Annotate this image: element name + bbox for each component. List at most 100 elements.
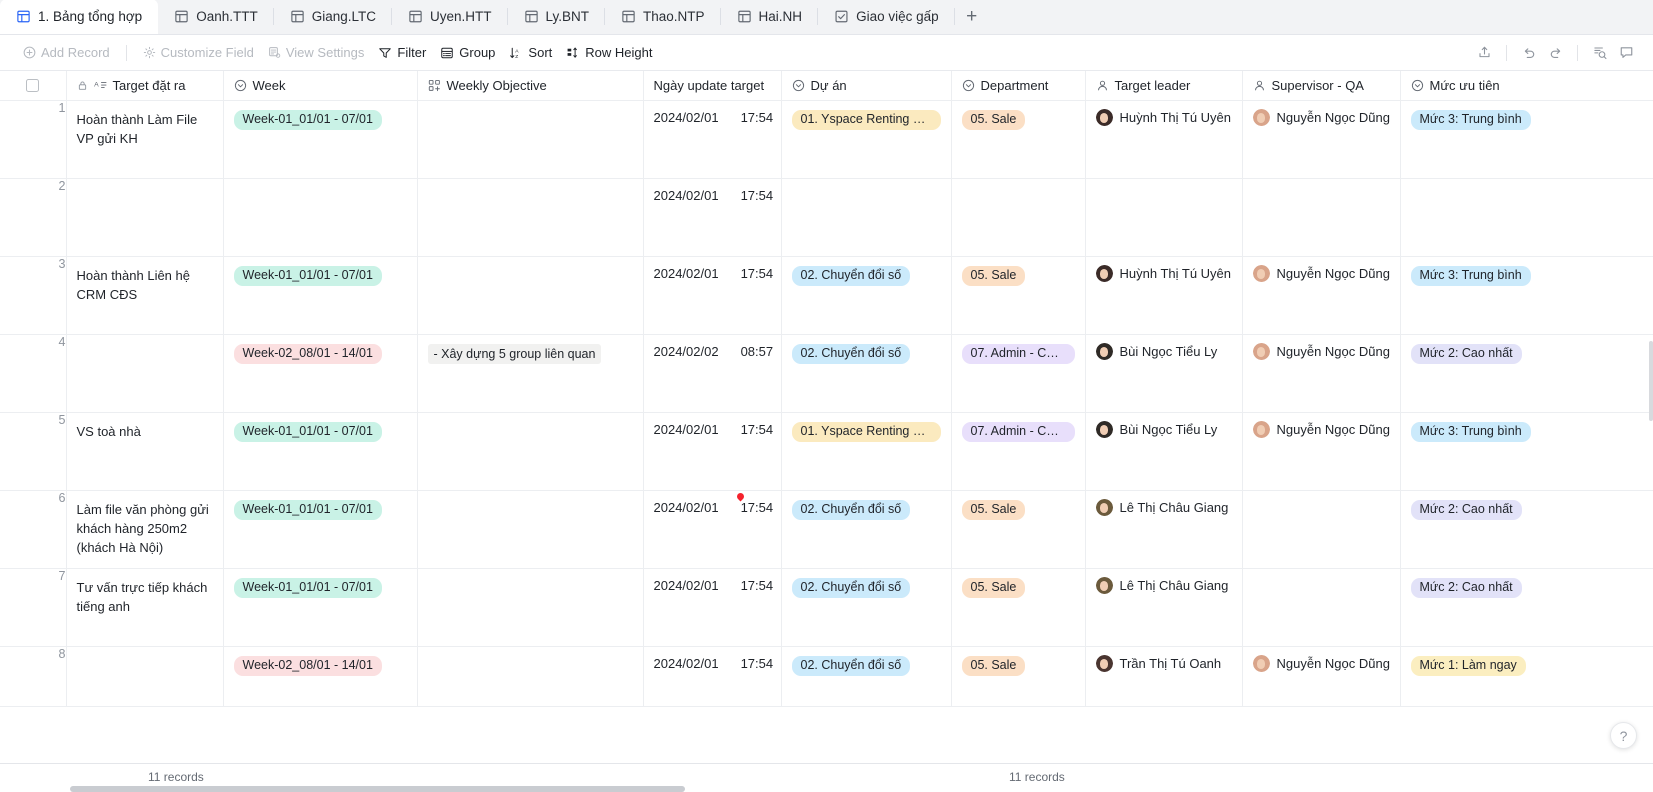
table-row[interactable]: 7 Tư vấn trực tiếp khách tiếng anh Week-01…	[0, 568, 1653, 647]
share-icon[interactable]	[1471, 40, 1497, 66]
cell-target[interactable]: Hoàn thành Làm File VP gửi KH	[66, 100, 224, 179]
cell-department[interactable]: 05. Sale	[951, 646, 1086, 707]
cell-priority[interactable]: Mức 1: Làm ngay	[1400, 646, 1653, 707]
cell-supervisor[interactable]: Nguyễn Ngọc Dũng	[1242, 412, 1401, 491]
cell-update-date[interactable]: 2024/02/01 17:54	[643, 100, 782, 179]
cell-week[interactable]	[223, 178, 418, 257]
cell-supervisor[interactable]: Nguyễn Ngọc Dũng	[1242, 334, 1401, 413]
column-header-check[interactable]	[0, 71, 67, 101]
tab-7[interactable]: Hai.NH	[721, 0, 819, 34]
cell-priority[interactable]: Mức 2: Cao nhất	[1400, 334, 1653, 413]
tab-8[interactable]: Giao việc gấp	[818, 0, 955, 34]
cell-target[interactable]: VS toà nhà	[66, 412, 224, 491]
cell-target[interactable]: Tư vấn trực tiếp khách tiếng anh	[66, 568, 224, 647]
cell-target-leader[interactable]: Bùi Ngọc Tiểu Ly	[1085, 412, 1243, 491]
column-header-wobj[interactable]: Weekly Objective	[417, 71, 644, 101]
cell-weekly-objective[interactable]	[417, 490, 644, 569]
column-header-week[interactable]: Week	[223, 71, 418, 101]
horizontal-scrollbar[interactable]	[70, 786, 685, 792]
help-button[interactable]: ?	[1610, 722, 1637, 749]
cell-priority[interactable]: Mức 2: Cao nhất	[1400, 490, 1653, 569]
undo-icon[interactable]	[1516, 40, 1542, 66]
cell-target[interactable]: Hoàn thành Liên hệ CRM CĐS	[66, 256, 224, 335]
cell-department[interactable]: 07. Admin - Cult...	[951, 412, 1086, 491]
tab-1[interactable]: 1. Bảng tổng hợp	[0, 0, 159, 34]
cell-week[interactable]: Week-01_01/01 - 07/01	[223, 100, 418, 179]
add-record-button[interactable]: Add Record	[16, 42, 117, 63]
cell-weekly-objective[interactable]: - Xây dựng 5 group liên quan	[417, 334, 644, 413]
cell-target[interactable]: Làm file văn phòng gửi khách hàng 250m2 …	[66, 490, 224, 569]
cell-update-date[interactable]: 2024/02/01 17:54	[643, 646, 782, 707]
cell-weekly-objective[interactable]	[417, 256, 644, 335]
cell-project[interactable]: 02. Chuyển đổi số	[781, 646, 952, 707]
find-replace-icon[interactable]	[1587, 40, 1613, 66]
tab-6[interactable]: Thao.NTP	[605, 0, 721, 34]
customize-field-button[interactable]: Customize Field	[136, 42, 261, 63]
cell-target[interactable]	[66, 178, 224, 257]
cell-project[interactable]: 01. Yspace Renting Plat...	[781, 100, 952, 179]
cell-week[interactable]: Week-02_08/01 - 14/01	[223, 646, 418, 707]
cell-project[interactable]: 02. Chuyển đổi số	[781, 568, 952, 647]
cell-week[interactable]: Week-01_01/01 - 07/01	[223, 490, 418, 569]
cell-target-leader[interactable]	[1085, 178, 1243, 257]
table-row[interactable]: 3 Hoàn thành Liên hệ CRM CĐS Week-01_01/01…	[0, 256, 1653, 335]
cell-weekly-objective[interactable]	[417, 568, 644, 647]
cell-priority[interactable]: Mức 3: Trung bình	[1400, 100, 1653, 179]
filter-button[interactable]: Filter	[371, 42, 433, 63]
cell-weekly-objective[interactable]	[417, 178, 644, 257]
redo-icon[interactable]	[1542, 40, 1568, 66]
cell-project[interactable]: 02. Chuyển đổi số	[781, 334, 952, 413]
cell-priority[interactable]	[1400, 178, 1653, 257]
cell-target-leader[interactable]: Huỳnh Thị Tú Uyên	[1085, 256, 1243, 335]
cell-department[interactable]	[951, 178, 1086, 257]
cell-target-leader[interactable]: Lê Thị Châu Giang	[1085, 568, 1243, 647]
tab-4[interactable]: Uyen.HTT	[392, 0, 508, 34]
cell-weekly-objective[interactable]	[417, 412, 644, 491]
cell-supervisor[interactable]	[1242, 178, 1401, 257]
column-header-sup[interactable]: Supervisor - QA	[1242, 71, 1401, 101]
cell-target-leader[interactable]: Trần Thị Tú Oanh	[1085, 646, 1243, 707]
cell-week[interactable]: Week-01_01/01 - 07/01	[223, 568, 418, 647]
cell-supervisor[interactable]	[1242, 490, 1401, 569]
tab-5[interactable]: Ly.BNT	[508, 0, 606, 34]
tab-2[interactable]: Oanh.TTT	[158, 0, 274, 34]
table-row[interactable]: 5 VS toà nhà Week-01_01/01 - 07/01 2024/02/…	[0, 412, 1653, 491]
cell-update-date[interactable]: 2024/02/01 17:54	[643, 568, 782, 647]
cell-project[interactable]: 02. Chuyển đổi số	[781, 256, 952, 335]
cell-weekly-objective[interactable]	[417, 646, 644, 707]
cell-week[interactable]: Week-01_01/01 - 07/01	[223, 412, 418, 491]
group-button[interactable]: Group	[433, 42, 502, 63]
cell-department[interactable]: 05. Sale	[951, 100, 1086, 179]
cell-project[interactable]	[781, 178, 952, 257]
cell-priority[interactable]: Mức 3: Trung bình	[1400, 256, 1653, 335]
column-header-lead[interactable]: Target leader	[1085, 71, 1243, 101]
table-row[interactable]: 1 Hoàn thành Làm File VP gửi KH Week-01_01…	[0, 100, 1653, 179]
column-header-date[interactable]: Ngày update target	[643, 71, 782, 101]
vertical-scrollbar[interactable]	[1649, 341, 1653, 421]
cell-week[interactable]: Week-01_01/01 - 07/01	[223, 256, 418, 335]
cell-update-date[interactable]: 2024/02/01 17:54	[643, 412, 782, 491]
cell-department[interactable]: 05. Sale	[951, 568, 1086, 647]
view-settings-button[interactable]: View Settings	[261, 42, 372, 63]
column-header-target[interactable]: A Target đặt ra	[66, 71, 224, 101]
cell-update-date[interactable]: 2024/02/02 08:57	[643, 334, 782, 413]
comment-icon[interactable]	[1613, 40, 1639, 66]
cell-target[interactable]	[66, 334, 224, 413]
column-header-pri[interactable]: Mức ưu tiên	[1400, 71, 1653, 101]
cell-project[interactable]: 02. Chuyển đổi số	[781, 490, 952, 569]
cell-supervisor[interactable]: Nguyễn Ngọc Dũng	[1242, 100, 1401, 179]
table-row[interactable]: 4 Week-02_08/01 - 14/01 - Xây dựng 5 group…	[0, 334, 1653, 413]
cell-update-date[interactable]: 2024/02/01 17:54	[643, 490, 782, 569]
cell-target-leader[interactable]: Huỳnh Thị Tú Uyên	[1085, 100, 1243, 179]
tab-3[interactable]: Giang.LTC	[274, 0, 393, 34]
cell-target-leader[interactable]: Lê Thị Châu Giang	[1085, 490, 1243, 569]
table-row[interactable]: 8 Week-02_08/01 - 14/01 2024/02/01 17:54 02.…	[0, 646, 1653, 707]
table-row[interactable]: 6 Làm file văn phòng gửi khách hàng 250m2…	[0, 490, 1653, 569]
row-height-button[interactable]: Row Height	[559, 42, 659, 63]
cell-supervisor[interactable]: Nguyễn Ngọc Dũng	[1242, 256, 1401, 335]
cell-department[interactable]: 05. Sale	[951, 256, 1086, 335]
column-header-proj[interactable]: Dự án	[781, 71, 952, 101]
table-row[interactable]: 2 2024/02/01 17:54	[0, 178, 1653, 257]
cell-priority[interactable]: Mức 3: Trung bình	[1400, 412, 1653, 491]
cell-target[interactable]	[66, 646, 224, 707]
